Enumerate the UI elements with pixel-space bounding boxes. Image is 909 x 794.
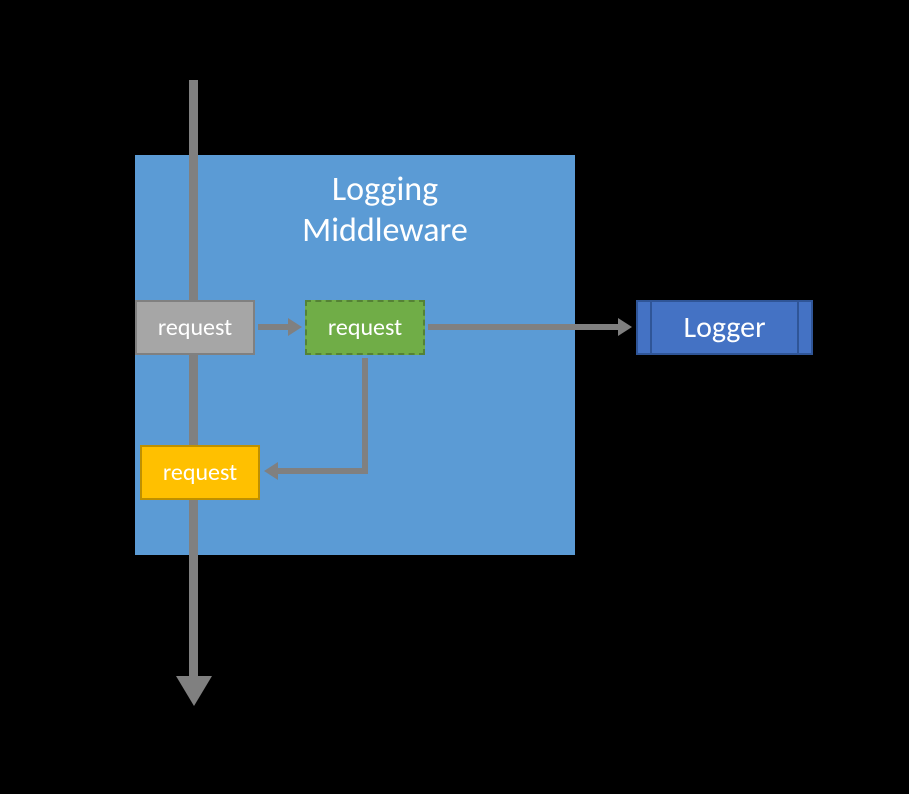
request-yellow-label: request [163, 458, 237, 487]
logger-label: Logger [683, 309, 765, 346]
arrow-green-to-logger-head-icon [618, 318, 632, 336]
logger-component: Logger [636, 300, 813, 355]
request-green-label: request [328, 313, 402, 342]
arrow-green-to-yellow-head-icon [264, 462, 278, 480]
request-box-cloned: request [305, 300, 425, 355]
middleware-title-line1: Logging [332, 169, 438, 210]
arrow-green-to-yellow-vertical [362, 358, 368, 472]
arrow-gray-to-green-line [258, 324, 290, 330]
main-flow-arrowhead-icon [176, 676, 212, 706]
middleware-title: Logging Middleware [215, 170, 555, 252]
request-gray-label: request [158, 313, 232, 342]
request-box-outgoing: request [140, 445, 260, 500]
middleware-title-line2: Middleware [302, 210, 468, 251]
logging-middleware-diagram: Logging Middleware request request reque… [0, 0, 909, 794]
arrow-green-to-logger-line [428, 324, 620, 330]
arrow-green-to-yellow-horizontal [278, 468, 368, 474]
main-flow-line [189, 80, 198, 680]
request-box-incoming: request [135, 300, 255, 355]
arrow-gray-to-green-head-icon [288, 318, 302, 336]
